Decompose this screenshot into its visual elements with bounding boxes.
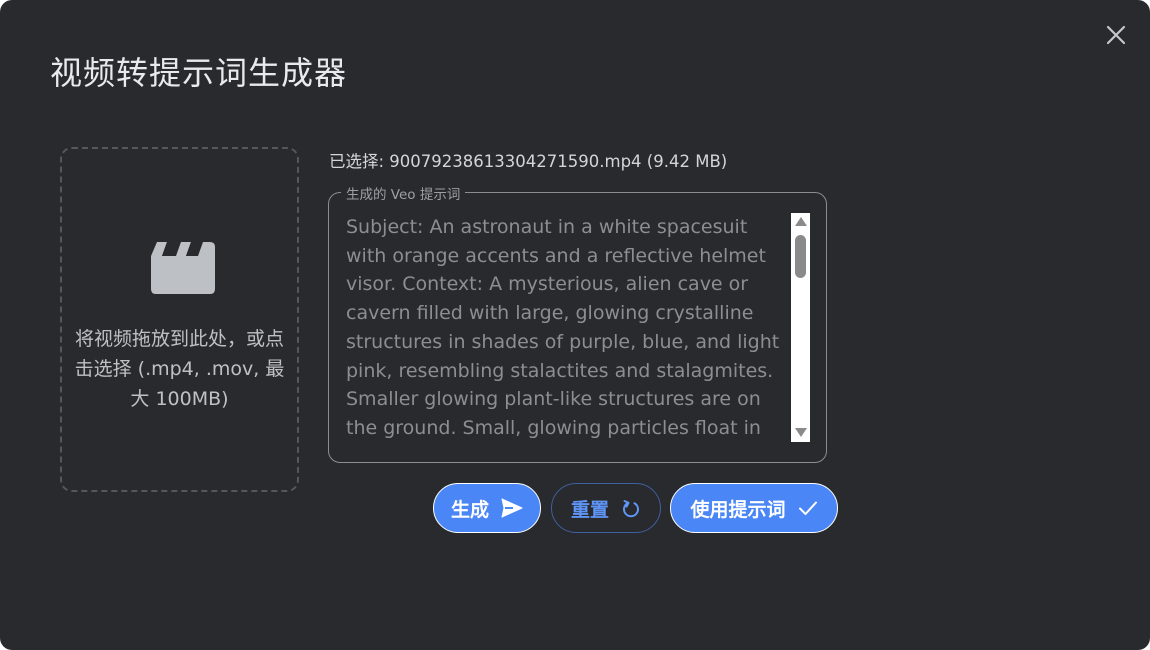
prompt-legend: 生成的 Veo 提示词 bbox=[341, 183, 466, 203]
scroll-down-arrow-icon[interactable] bbox=[795, 428, 807, 437]
video-dropzone[interactable]: 将视频拖放到此处，或点击选择 (.mp4, .mov, 最大 100MB) bbox=[60, 147, 299, 492]
clapperboard-icon bbox=[151, 242, 215, 294]
use-prompt-button-label: 使用提示词 bbox=[690, 498, 786, 521]
prompt-text[interactable]: Subject: An astronaut in a white spacesu… bbox=[346, 213, 786, 449]
dialog-title: 视频转提示词生成器 bbox=[50, 54, 348, 92]
prompt-generator-dialog: 视频转提示词生成器 将视频拖放到此处，或点击选择 (.mp4, .mov, 最大… bbox=[0, 0, 1150, 650]
prompt-textarea[interactable]: 生成的 Veo 提示词 Subject: An astronaut in a w… bbox=[328, 183, 827, 463]
refresh-icon bbox=[621, 498, 641, 518]
prompt-scrollbar[interactable] bbox=[791, 213, 810, 442]
scroll-up-arrow-icon[interactable] bbox=[795, 217, 807, 226]
generate-button-label: 生成 bbox=[450, 498, 489, 521]
send-icon bbox=[501, 498, 523, 518]
close-icon bbox=[1106, 25, 1126, 45]
use-prompt-button[interactable]: 使用提示词 bbox=[670, 483, 838, 533]
scroll-thumb[interactable] bbox=[795, 235, 806, 278]
generate-button[interactable]: 生成 bbox=[433, 483, 541, 533]
check-icon bbox=[798, 500, 818, 516]
selected-file-label: 已选择: 9007923861330427159​0.mp4 (9.42 MB) bbox=[329, 152, 728, 171]
dropzone-instructions: 将视频拖放到此处，或点击选择 (.mp4, .mov, 最大 100MB) bbox=[74, 328, 285, 410]
close-button[interactable] bbox=[1100, 19, 1132, 51]
reset-button-label: 重置 bbox=[570, 498, 609, 521]
reset-button[interactable]: 重置 bbox=[551, 483, 661, 533]
